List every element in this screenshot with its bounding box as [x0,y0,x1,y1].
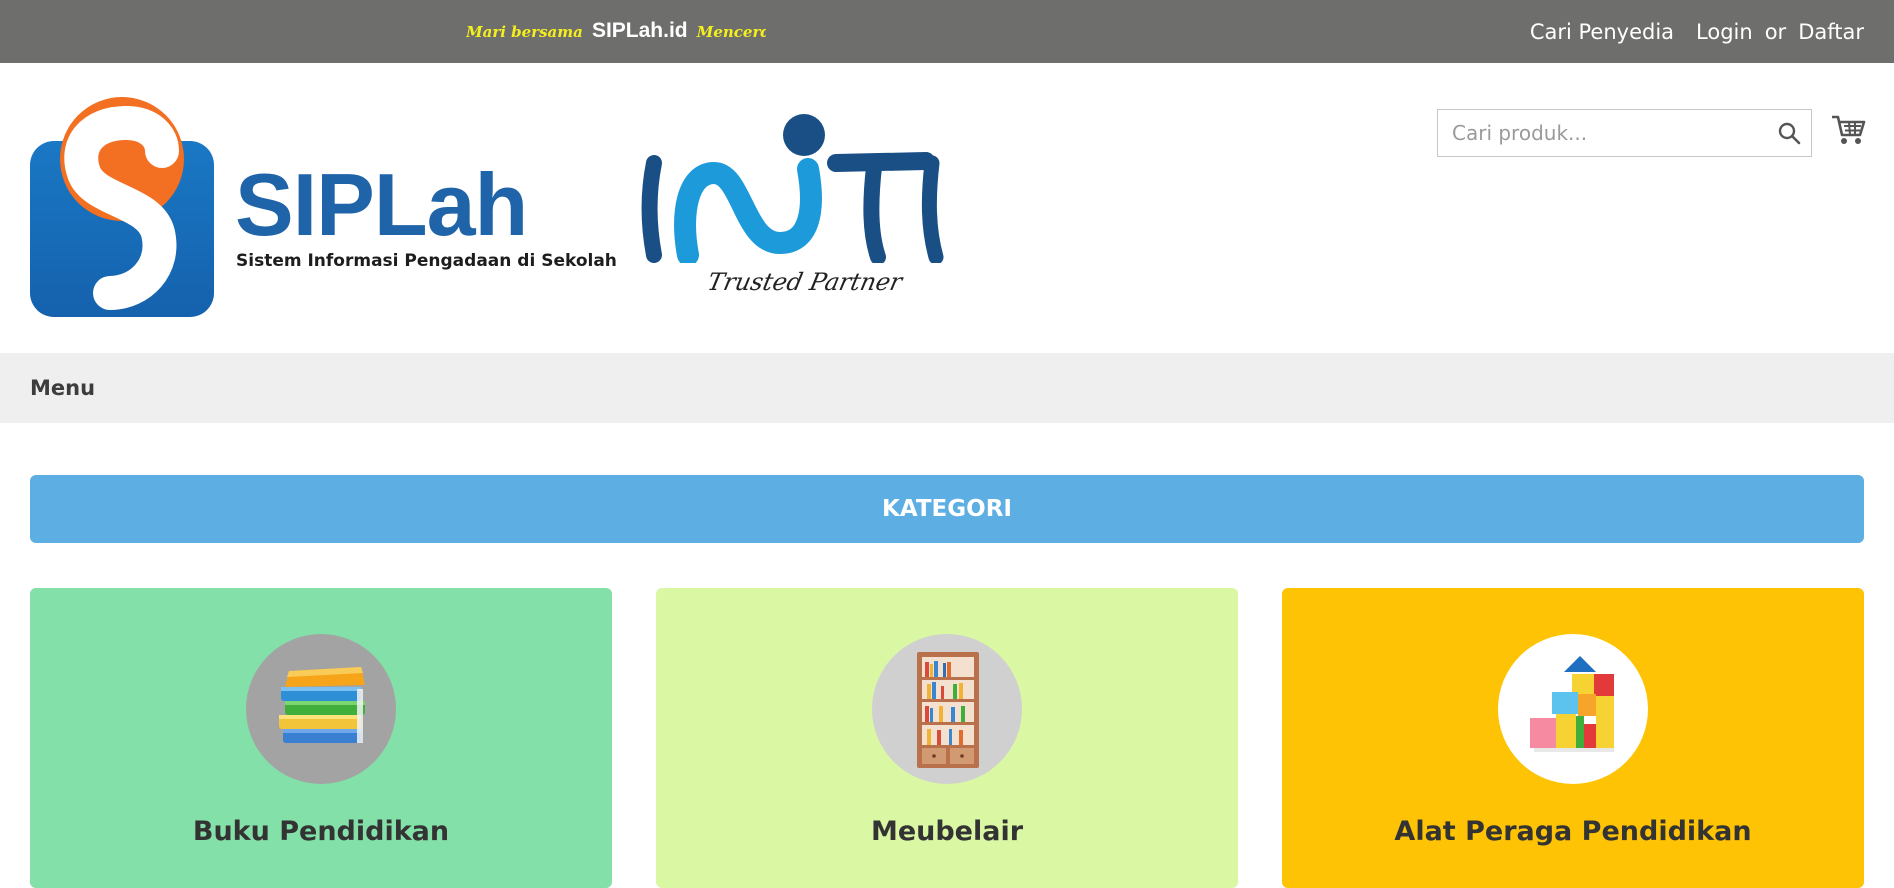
login-link[interactable]: Login [1696,20,1753,44]
menu-toggle[interactable]: Menu [30,353,95,423]
search-input[interactable] [1438,110,1767,156]
marquee-brand: SIPLah.id [591,19,688,42]
cari-penyedia-link[interactable]: Cari Penyedia [1530,20,1674,44]
kategori-header: KATEGORI [30,475,1864,543]
top-bar: Mari bersama SIPLah.id Mencerdaskan Cari… [0,0,1894,63]
site-header: SIPLah Sistem Informasi Pengadaan di Sek… [0,63,1894,353]
daftar-link[interactable]: Daftar [1798,20,1864,44]
or-separator: or [1764,19,1787,44]
category-title: Alat Peraga Pendidikan [1394,816,1752,847]
category-card-alat-peraga-pendidikan[interactable]: Alat Peraga Pendidikan [1282,588,1864,888]
search-box [1437,109,1812,157]
bookshelf-icon [872,634,1022,784]
search-button[interactable] [1767,110,1811,156]
cart-button[interactable] [1830,113,1866,151]
siplah-logo-icon[interactable] [30,97,216,323]
category-card-meubelair[interactable]: Meubelair [656,588,1238,888]
shopping-cart-icon [1832,115,1866,144]
siplah-logo-word: SIPLah [235,155,528,254]
menu-bar: Menu [0,353,1894,423]
top-nav: Cari Penyedia Login or Daftar [1530,0,1864,63]
books-icon [246,634,396,784]
category-title: Meubelair [870,816,1024,847]
toy-blocks-icon [1498,634,1648,784]
inti-partner-logo-icon [640,113,960,267]
category-title: Buku Pendidikan [192,816,450,847]
announcement-marquee: Mari bersama SIPLah.id Mencerdaskan [466,16,766,46]
search-icon [1778,122,1801,145]
inti-partner-tagline: Trusted Partner [705,268,905,296]
category-card-buku-pendidikan[interactable]: Buku Pendidikan [30,588,612,888]
marquee-text-right: Mencerdaskan [696,23,766,41]
siplah-logo-tagline: Sistem Informasi Pengadaan di Sekolah [236,251,617,271]
marquee-text-left: Mari bersama [466,23,583,41]
